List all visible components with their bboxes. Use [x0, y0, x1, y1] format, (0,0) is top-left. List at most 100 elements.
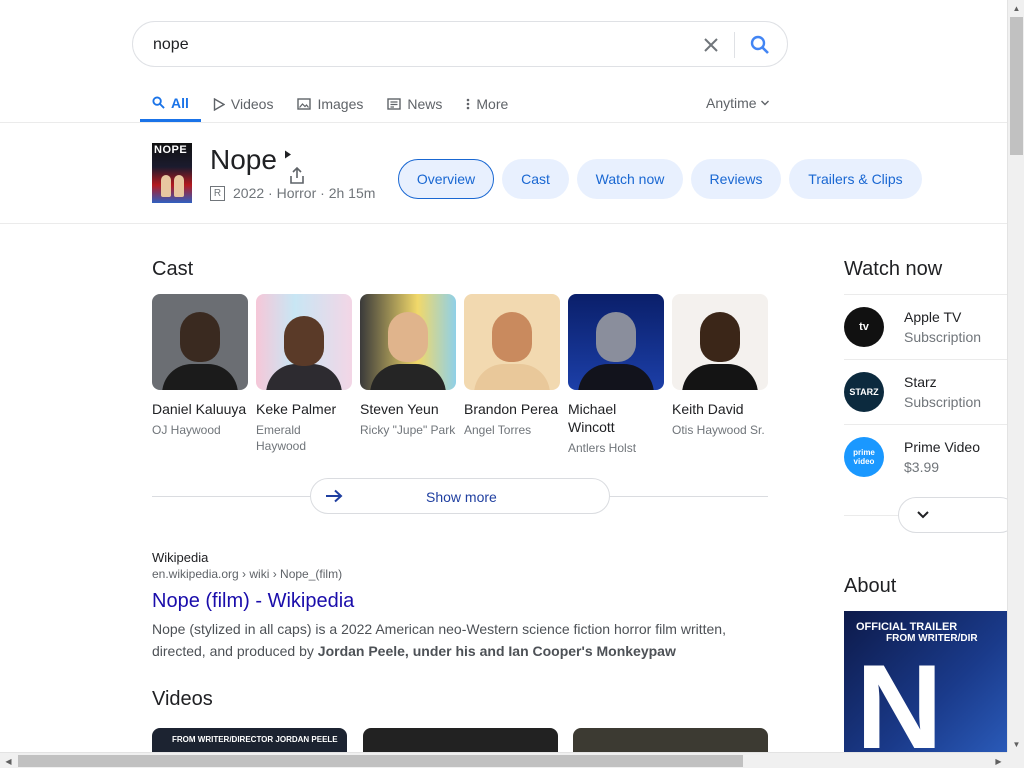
about-heading: About — [844, 575, 897, 597]
chip-trailers-clips[interactable]: Trailers & Clips — [789, 159, 922, 199]
vertical-scroll-thumb[interactable] — [1010, 17, 1023, 155]
poster-figure — [174, 175, 184, 197]
vertical-scrollbar[interactable]: ▲ ▼ — [1007, 0, 1024, 752]
tab-more-label: More — [476, 96, 509, 112]
about-trailer-thumbnail[interactable]: OFFICIAL TRAILER FROM WRITER/DIR N — [844, 611, 1007, 752]
cast-photo — [152, 294, 248, 390]
video-thumbnail[interactable]: FROM WRITER/DIRECTOR JORDAN PEELE — [152, 728, 347, 752]
chip-overview[interactable]: Overview — [398, 159, 494, 199]
clear-search-button[interactable] — [699, 33, 723, 57]
result-url[interactable]: en.wikipedia.org › wiki › Nope_(film) — [152, 567, 342, 581]
search-input[interactable] — [153, 35, 673, 55]
tab-images[interactable]: Images — [285, 86, 375, 122]
watch-option-prime-video[interactable]: prime video Prime Video $3.99 — [844, 425, 1007, 490]
cast-photo — [568, 294, 664, 390]
watch-option-price: $3.99 — [904, 459, 940, 475]
cast-name: Steven Yeun — [360, 401, 439, 417]
watch-now-expand-button[interactable] — [898, 497, 1018, 533]
cast-card[interactable]: Keith David Otis Haywood Sr. — [672, 294, 768, 438]
video-thumb-text: FROM WRITER/DIRECTOR JORDAN PEELE — [172, 735, 338, 744]
tab-videos[interactable]: Videos — [201, 86, 286, 122]
video-thumbnail[interactable] — [573, 728, 768, 752]
poster-title: NOPE — [154, 144, 188, 156]
search-divider — [734, 32, 735, 58]
video-thumbnail[interactable] — [363, 728, 558, 752]
tab-news[interactable]: News — [375, 86, 454, 122]
cast-photo — [464, 294, 560, 390]
poster-figure — [161, 175, 171, 197]
scrollbar-corner — [1007, 752, 1024, 768]
about-tag-official-trailer: OFFICIAL TRAILER — [856, 621, 958, 633]
tab-images-label: Images — [317, 96, 364, 112]
result-title-link[interactable]: Nope (film) - Wikipedia — [152, 590, 354, 613]
chevron-down-icon — [760, 100, 769, 106]
watch-option-apple-tv[interactable]: tv Apple TV Subscription — [844, 295, 1007, 360]
tab-all-label: All — [171, 94, 189, 111]
scroll-up-arrow-icon[interactable]: ▲ — [1008, 0, 1024, 16]
play-trailer-icon[interactable] — [284, 150, 292, 159]
chip-watch-now[interactable]: Watch now — [577, 159, 683, 199]
rating-badge: R — [210, 186, 225, 201]
close-icon — [704, 38, 718, 52]
cast-photo — [672, 294, 768, 390]
share-icon[interactable] — [287, 166, 307, 186]
cast-name: Keith David — [672, 401, 744, 417]
scroll-left-arrow-icon[interactable]: ◀ — [0, 753, 17, 768]
watch-option-price: Subscription — [904, 329, 982, 345]
tabs-divider — [0, 122, 1007, 123]
cast-role: Ricky "Jupe" Park — [360, 423, 456, 437]
watch-now-heading: Watch now — [844, 258, 943, 280]
tab-all[interactable]: All — [140, 86, 201, 122]
play-icon — [213, 97, 225, 111]
snippet-bold: Jordan Peele, under his and Ian Cooper's… — [317, 643, 676, 659]
cast-role: Otis Haywood Sr. — [672, 423, 765, 437]
header-divider — [0, 223, 1007, 224]
movie-meta: 2022 · Horror · 2h 15m — [233, 185, 376, 201]
cast-role: OJ Haywood — [152, 423, 221, 437]
more-dots-icon — [467, 98, 470, 110]
cast-photo — [256, 294, 352, 390]
scroll-down-arrow-icon[interactable]: ▼ — [1008, 736, 1024, 752]
starz-logo-icon: STARZ — [844, 372, 884, 412]
watch-option-price: Subscription — [904, 394, 982, 410]
watch-option-name: Prime Video — [904, 439, 981, 455]
horizontal-scrollbar[interactable]: ◀ ▶ — [0, 752, 1007, 768]
search-icon — [152, 96, 165, 109]
search-tabs: All Videos Images News More — [140, 86, 520, 122]
cast-name: Daniel Kaluuya — [152, 401, 247, 417]
starz-logo-text: STARZ — [849, 387, 879, 397]
anytime-label: Anytime — [706, 95, 757, 111]
show-more-label: Show more — [426, 489, 497, 505]
search-icon — [750, 35, 769, 54]
cast-card[interactable]: Daniel Kaluuya OJ Haywood — [152, 294, 248, 438]
search-box — [132, 21, 788, 67]
cast-role: Emerald Haywood — [256, 423, 307, 453]
cast-photo — [360, 294, 456, 390]
tab-news-label: News — [407, 96, 443, 112]
news-icon — [387, 98, 402, 110]
image-icon — [297, 98, 312, 110]
cast-name: Michael Wincott — [568, 401, 617, 435]
arrow-right-icon — [326, 489, 343, 503]
movie-poster[interactable]: NOPE — [152, 143, 192, 203]
cast-heading: Cast — [152, 258, 194, 280]
tab-more[interactable]: More — [454, 86, 520, 122]
result-source: Wikipedia — [152, 550, 209, 565]
horizontal-scroll-thumb[interactable] — [18, 755, 743, 767]
watch-option-starz[interactable]: STARZ Starz Subscription — [844, 360, 1007, 425]
videos-heading: Videos — [152, 688, 213, 710]
chip-cast[interactable]: Cast — [502, 159, 569, 199]
chevron-down-icon — [917, 511, 929, 519]
cast-card[interactable]: Michael Wincott Antlers Holst — [568, 294, 664, 456]
watch-option-name: Starz — [904, 374, 937, 390]
cast-card[interactable]: Steven Yeun Ricky "Jupe" Park — [360, 294, 456, 438]
search-button[interactable] — [747, 32, 773, 58]
cast-card[interactable]: Keke Palmer Emerald Haywood — [256, 294, 352, 454]
chip-reviews[interactable]: Reviews — [691, 159, 781, 199]
cast-card[interactable]: Brandon Perea Angel Torres — [464, 294, 560, 438]
prime-video-logo-text: prime video — [853, 448, 875, 466]
movie-title: Nope — [210, 144, 277, 175]
show-more-button[interactable]: Show more — [310, 478, 610, 514]
anytime-filter[interactable]: Anytime — [706, 95, 770, 111]
scroll-right-arrow-icon[interactable]: ▶ — [990, 753, 1007, 768]
